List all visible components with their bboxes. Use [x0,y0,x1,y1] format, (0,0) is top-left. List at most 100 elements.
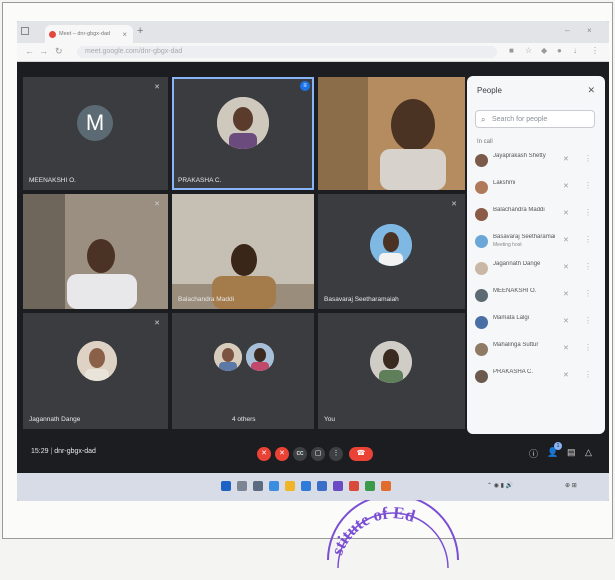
participant-avatar: M [77,105,113,141]
mic-off-icon[interactable]: ✕ [563,344,569,352]
participant-list-item[interactable]: Lakshmi ✕ ⋮ [467,175,605,202]
participant-tile[interactable] [318,77,465,190]
participant-tile[interactable]: ✕ [23,194,168,309]
camera-toggle-button[interactable]: ✕ [275,447,289,461]
participant-list-item[interactable]: Mahalinga Suttur ✕ ⋮ [467,337,605,364]
search-icon[interactable] [237,481,247,491]
mic-off-icon: ✕ [154,201,160,208]
more-options-icon[interactable]: ⋮ [584,154,592,163]
mic-off-icon: ✕ [154,84,160,91]
more-options-icon[interactable]: ⋮ [584,262,592,271]
tray-icons[interactable]: ⌃ ◉ ▮ 🔊 [487,482,513,489]
browser-tab[interactable]: Meet – dnr-gbgx-dad × [45,25,133,43]
participant-avatar [214,343,242,371]
close-window-icon[interactable]: × [587,26,592,35]
mic-toggle-button[interactable]: ✕ [257,447,271,461]
mic-off-icon[interactable]: ✕ [563,290,569,298]
more-options-icon[interactable]: ⋮ [584,370,592,379]
monitor-screen: Meet – dnr-gbgx-dad × + – × ← → ↻ meet.g… [17,21,609,501]
mic-off-icon[interactable]: ✕ [563,209,569,217]
back-icon[interactable]: ← [25,46,34,56]
mail-icon[interactable] [317,481,327,491]
participant-tile-active[interactable]: ≡ PRAKASHA C. [172,77,314,190]
participant-list-item[interactable]: Jayaprakash Shetty ✕ ⋮ [467,148,605,175]
person-photo [77,341,117,381]
forward-icon[interactable]: → [39,46,48,56]
participant-name: MEENAKSHI O. [29,177,76,184]
mic-off-icon[interactable]: ✕ [563,155,569,163]
activities-icon[interactable]: △ [585,447,592,458]
mic-off-icon[interactable]: ✕ [563,263,569,271]
camera-icon[interactable]: ■ [509,46,514,55]
browser-icon[interactable] [269,481,279,491]
participant-list-item[interactable]: MEENAKSHI O. ✕ ⋮ [467,283,605,310]
taskview-icon[interactable] [253,481,263,491]
close-icon[interactable]: ✕ [587,85,595,96]
folder-icon[interactable] [285,481,295,491]
download-icon[interactable]: ↓ [573,46,577,55]
more-options-icon[interactable]: ⋮ [584,343,592,352]
participant-avatar [475,343,488,356]
tray-clock[interactable]: ⊕ ⊞ [565,482,577,489]
mic-off-icon[interactable]: ✕ [563,236,569,244]
camera-feed [23,194,168,309]
browser-tab-bar: Meet – dnr-gbgx-dad × + – × [17,21,609,43]
participant-name: 4 others [232,416,256,423]
mic-off-icon[interactable]: ✕ [563,371,569,379]
participant-tile[interactable]: Balachandra Maddi [172,194,314,309]
chat-icon[interactable]: ▤ [567,447,576,458]
participant-avatar [475,154,488,167]
participant-tile-group[interactable]: 4 others [172,313,314,429]
participant-avatar [475,262,488,275]
participant-list-item[interactable]: Basavaraj Seetharamaiah Meeting host ✕ ⋮ [467,229,605,256]
pinned-app-icon[interactable] [381,481,391,491]
tab-title: Meet – dnr-gbgx-dad [59,31,111,37]
participant-list-item[interactable]: Balachandra Maddi ✕ ⋮ [467,202,605,229]
participant-list-item[interactable]: Jagannath Dange ✕ ⋮ [467,256,605,283]
minimize-icon[interactable]: – [565,26,569,35]
present-button[interactable]: ▢ [311,447,325,461]
participant-list-name: MEENAKSHI O. [493,288,537,294]
more-options-icon[interactable]: ⋮ [584,181,592,190]
mic-off-icon[interactable]: ✕ [563,182,569,190]
extensions-icon[interactable]: ◆ [541,46,547,55]
participant-tile[interactable]: ✕ Basavaraj Seetharamaiah [318,194,465,309]
participant-tile[interactable]: M ✕ MEENAKSHI O. [23,77,168,190]
captions-button[interactable]: cc [293,447,307,461]
office-icon[interactable] [349,481,359,491]
institution-stamp: stitute of Ed [327,500,459,569]
reload-icon[interactable]: ↻ [55,46,63,57]
participant-list-item[interactable]: Mamata Lalgi ✕ ⋮ [467,310,605,337]
camera-feed [318,77,465,190]
url-input[interactable]: meet.google.com/dnr-gbgx-dad [77,46,497,58]
stamp-text: stitute of Ed [327,503,418,557]
more-options-icon[interactable]: ⋮ [584,289,592,298]
app-icon[interactable] [333,481,343,491]
participant-avatar [475,289,488,302]
section-label: In call [477,139,493,145]
menu-icon[interactable]: ⋮ [591,46,599,55]
participant-name: You [324,416,335,423]
more-options-icon[interactable]: ⋮ [584,316,592,325]
new-tab-button[interactable]: + [137,25,143,37]
profile-icon[interactable]: ● [557,46,562,55]
star-icon[interactable]: ☆ [525,46,532,55]
more-options-icon[interactable]: ⋮ [584,208,592,217]
participant-tile-self[interactable]: You [318,313,465,429]
leave-call-button[interactable]: ☎ [349,447,373,461]
start-icon[interactable] [221,481,231,491]
info-icon[interactable]: ⓘ [529,447,538,460]
close-tab-icon[interactable]: × [122,30,127,39]
participant-name: Basavaraj Seetharamaiah [324,296,399,303]
search-icon: ⌕ [481,115,486,124]
participant-tile[interactable]: ✕ Jagannath Dange [23,313,168,429]
mic-off-icon[interactable]: ✕ [563,317,569,325]
participant-name: Jagannath Dange [29,416,81,423]
participant-list-name: Mamata Lalgi [493,315,530,321]
store-icon[interactable] [301,481,311,491]
participant-list-item[interactable]: PRAKASHA C. ✕ ⋮ [467,364,605,391]
more-options-icon[interactable]: ⋮ [584,235,592,244]
chrome-icon[interactable] [365,481,375,491]
more-options-button[interactable]: ⋮ [329,447,343,461]
search-input[interactable]: ⌕ Search for people [475,110,595,128]
